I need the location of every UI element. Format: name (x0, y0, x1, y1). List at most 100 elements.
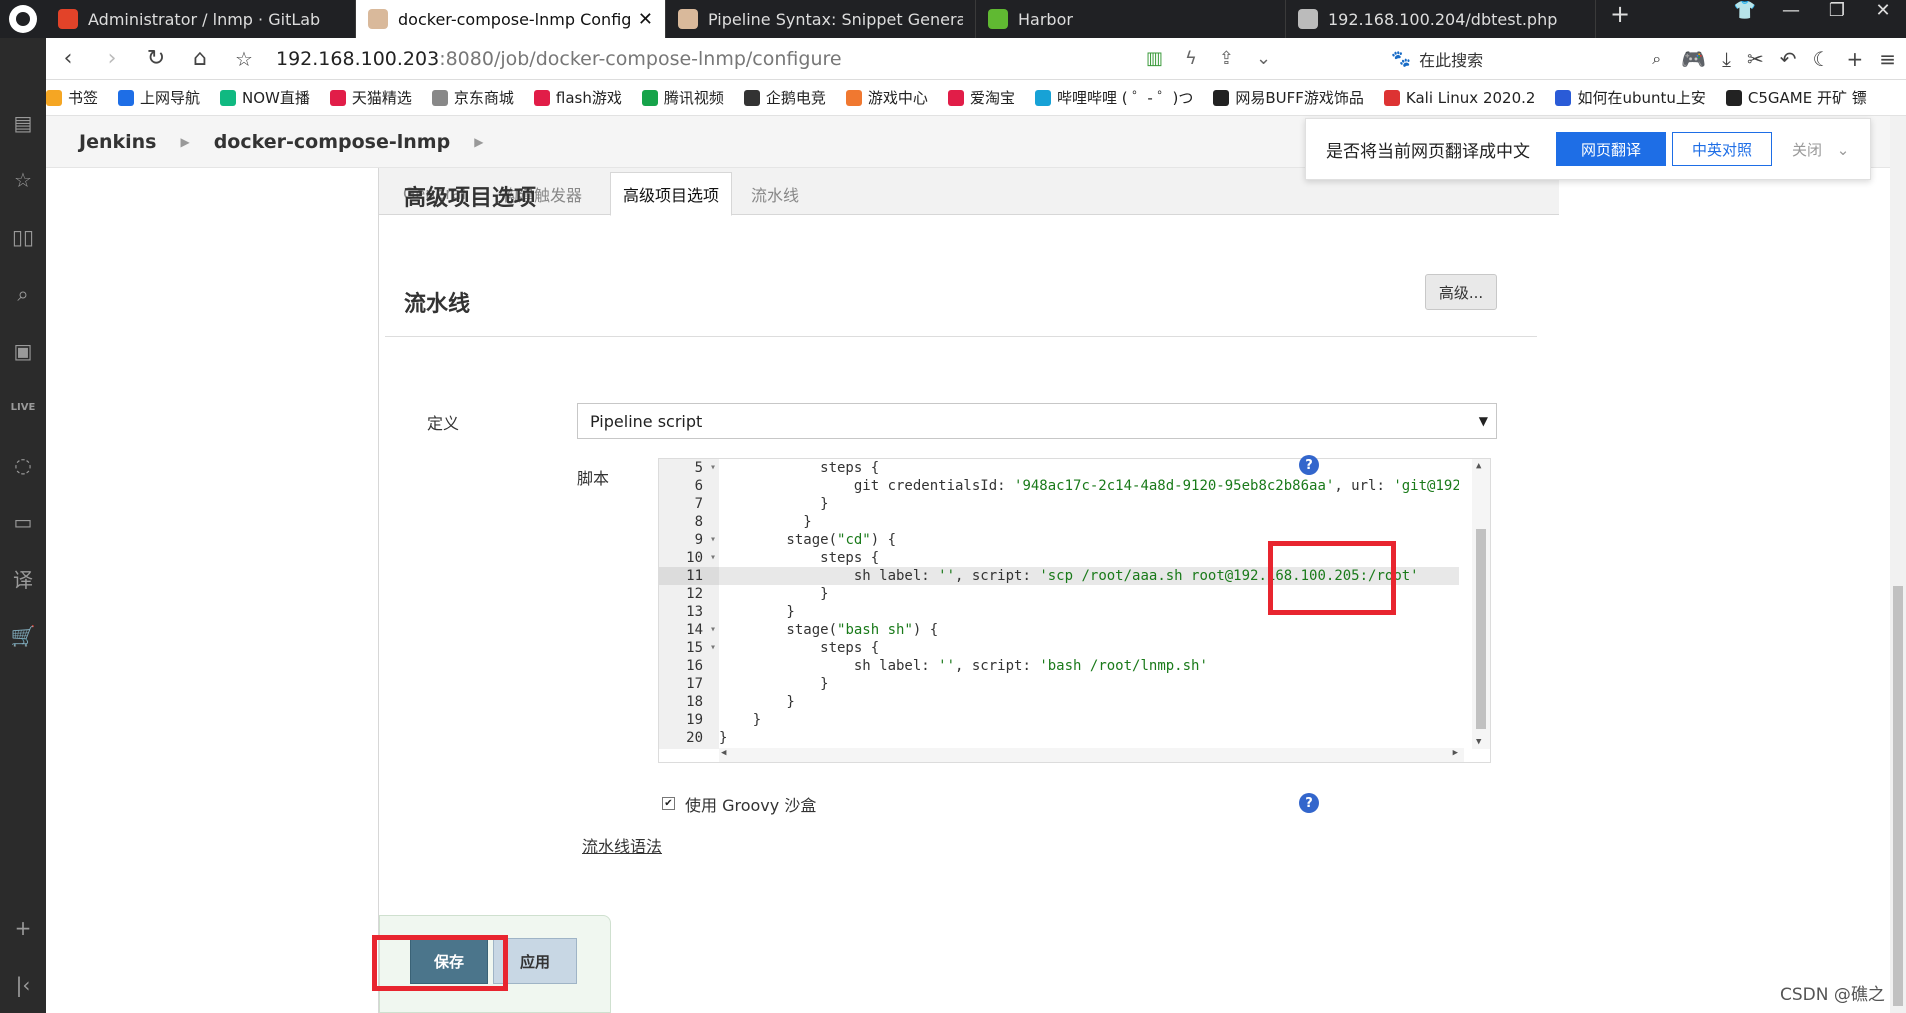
browser-tab[interactable]: 192.168.100.204/dbtest.php (1286, 0, 1596, 38)
bookmark-item[interactable]: 天猫精选 (329, 87, 412, 108)
translate-close-button[interactable]: 关闭 ⌄ (1792, 139, 1849, 160)
bookmark-item[interactable]: 如何在ubuntu上安 (1555, 87, 1706, 108)
line-number[interactable]: 5 (659, 459, 719, 477)
minimize-icon[interactable]: — (1768, 0, 1814, 38)
briefcase-icon[interactable]: ▭ (0, 493, 46, 550)
browser-tab[interactable]: Harbor (976, 0, 1286, 38)
favorites-star-icon[interactable]: ☆ (0, 151, 46, 208)
breadcrumb-jenkins[interactable]: Jenkins (79, 131, 156, 153)
browser-logo-icon[interactable] (0, 0, 46, 38)
bookmark-item[interactable]: flash游戏 (533, 87, 622, 108)
bookmark-label: 京东商城 (453, 89, 514, 107)
bookmark-label: 腾讯视频 (663, 89, 724, 107)
bookmark-item[interactable]: 哔哩哔哩 ( ゜- ゜)つ (1034, 87, 1194, 108)
sidebar-search-icon[interactable]: ⌕ (0, 265, 46, 322)
reload-icon[interactable]: ↻ (134, 46, 178, 71)
bookmark-label: NOW直播 (242, 89, 310, 107)
collapse-sidebar-icon[interactable]: |‹ (0, 956, 46, 1013)
translate-page-button[interactable]: 网页翻译 (1556, 132, 1666, 166)
page-scrollbar[interactable] (1890, 116, 1906, 1013)
bookmark-icon (1213, 89, 1230, 106)
translate-icon[interactable]: 译 (0, 550, 46, 607)
bookmarks-folder[interactable]: 书签 (46, 87, 98, 108)
editor-vertical-scrollbar[interactable]: ▲ ▼ (1472, 459, 1490, 749)
pipeline-syntax-link[interactable]: 流水线语法 (582, 833, 662, 857)
search-placeholder: 在此搜索 (1419, 50, 1484, 70)
advanced-button[interactable]: 高级... (1425, 274, 1497, 310)
line-number[interactable]: 9 (659, 531, 719, 549)
chevron-right-icon[interactable]: ▶ (474, 135, 483, 149)
bookmark-item[interactable]: 爱淘宝 (947, 87, 1015, 108)
cart-icon[interactable]: 🛒 (0, 607, 46, 664)
book-icon[interactable]: ▯▯ (0, 208, 46, 265)
bookmark-label: flash游戏 (555, 89, 622, 107)
help-icon[interactable]: ? (1299, 455, 1319, 475)
forward-icon[interactable]: › (90, 46, 134, 71)
line-number[interactable]: 15 (659, 639, 719, 657)
tab-advanced-options[interactable]: 高级项目选项 (610, 172, 733, 216)
browser-tab[interactable]: docker-compose-lnmp Config [J ✕ (356, 0, 666, 38)
bookmark-label: 企鹅电竞 (765, 89, 826, 107)
bookmark-item[interactable]: 京东商城 (431, 87, 514, 108)
line-number[interactable]: 10 (659, 549, 719, 567)
plus-icon[interactable]: + (1846, 47, 1863, 71)
breadcrumb-job[interactable]: docker-compose-lnmp (214, 131, 450, 153)
definition-value: Pipeline script (590, 411, 703, 431)
chevron-down-icon[interactable]: ⌄ (1256, 48, 1271, 69)
bookmark-label: 哔哩哔哩 ( ゜- ゜)つ (1056, 89, 1194, 107)
url-input[interactable]: 192.168.100.203:8080/job/docker-compose-… (276, 48, 1146, 70)
reader-icon[interactable]: ▥ (1146, 48, 1163, 69)
menu-icon[interactable]: ≡ (1879, 47, 1896, 71)
browser-tab[interactable]: Pipeline Syntax: Snippet Generator (666, 0, 976, 38)
code-line: } (719, 712, 762, 728)
tab-pipeline[interactable]: 流水线 (739, 172, 811, 215)
bookmark-item[interactable]: 游戏中心 (845, 87, 928, 108)
back-icon[interactable]: ‹ (46, 46, 90, 71)
line-number: 8 (694, 514, 703, 530)
notes-icon[interactable]: ▤ (0, 94, 46, 151)
line-number[interactable]: 14 (659, 621, 719, 639)
shirt-icon[interactable]: 👕 (1722, 0, 1768, 38)
bookmark-item[interactable]: 网易BUFF游戏饰品 (1213, 87, 1364, 108)
star-icon[interactable]: ☆ (222, 47, 266, 71)
help-icon[interactable]: ? (1299, 793, 1319, 813)
groovy-sandbox-checkbox[interactable]: ✔ (662, 797, 675, 810)
browser-tab[interactable]: Administrator / lnmp · GitLab (46, 0, 356, 38)
search-box[interactable]: 🐾 在此搜索 ⌕ (1391, 47, 1671, 71)
add-icon[interactable]: + (0, 899, 46, 956)
watermark: CSDN @礁之 (1780, 985, 1885, 1005)
code-line: git credentialsId: '948ac17c-2c14-4a8d-9… (719, 478, 1459, 494)
editor-horizontal-scrollbar[interactable]: ◀ ▶ (719, 748, 1464, 762)
bookmark-icon (220, 89, 237, 106)
close-tab-icon[interactable]: ✕ (638, 9, 653, 30)
code-line: } (719, 676, 829, 692)
new-tab-button[interactable]: + (1596, 0, 1644, 38)
share-icon[interactable]: ⇪ (1219, 48, 1234, 69)
bookmark-item[interactable]: NOW直播 (220, 87, 310, 108)
chat-icon[interactable]: ◌ (0, 436, 46, 493)
definition-select[interactable]: Pipeline script ▼ (577, 403, 1497, 439)
scissors-icon[interactable]: ✂ (1747, 47, 1764, 71)
download-icon[interactable]: ⤓ (1722, 47, 1731, 71)
live-icon[interactable]: LIVE (0, 379, 46, 436)
bilingual-button[interactable]: 中英对照 (1672, 132, 1772, 166)
search-icon[interactable]: ⌕ (1652, 49, 1661, 69)
dropdown-arrow-icon: ▼ (1478, 414, 1488, 428)
bookmark-label: C5GAME 开矿 镖 (1747, 89, 1867, 107)
game-icon[interactable]: 🎮 (1681, 47, 1706, 71)
bookmark-item[interactable]: 上网导航 (118, 87, 200, 108)
moon-icon[interactable]: ☾ (1813, 47, 1831, 71)
home-icon[interactable]: ⌂ (178, 46, 222, 71)
restore-icon[interactable]: ❐ (1814, 0, 1860, 38)
bookmark-item[interactable]: 腾讯视频 (641, 87, 724, 108)
bookmark-item[interactable]: 企鹅电竞 (743, 87, 826, 108)
bookmark-label: 书签 (68, 89, 99, 107)
bookmark-icon (641, 89, 658, 106)
undo-icon[interactable]: ↶ (1780, 47, 1797, 71)
video-icon[interactable]: ▣ (0, 322, 46, 379)
close-window-icon[interactable]: ✕ (1860, 0, 1906, 38)
bookmark-item[interactable]: Kali Linux 2020.2 (1383, 89, 1535, 107)
bookmark-label: 上网导航 (140, 89, 201, 107)
lightning-icon[interactable]: ϟ (1185, 48, 1197, 69)
bookmark-item[interactable]: C5GAME 开矿 镖 (1725, 87, 1867, 108)
